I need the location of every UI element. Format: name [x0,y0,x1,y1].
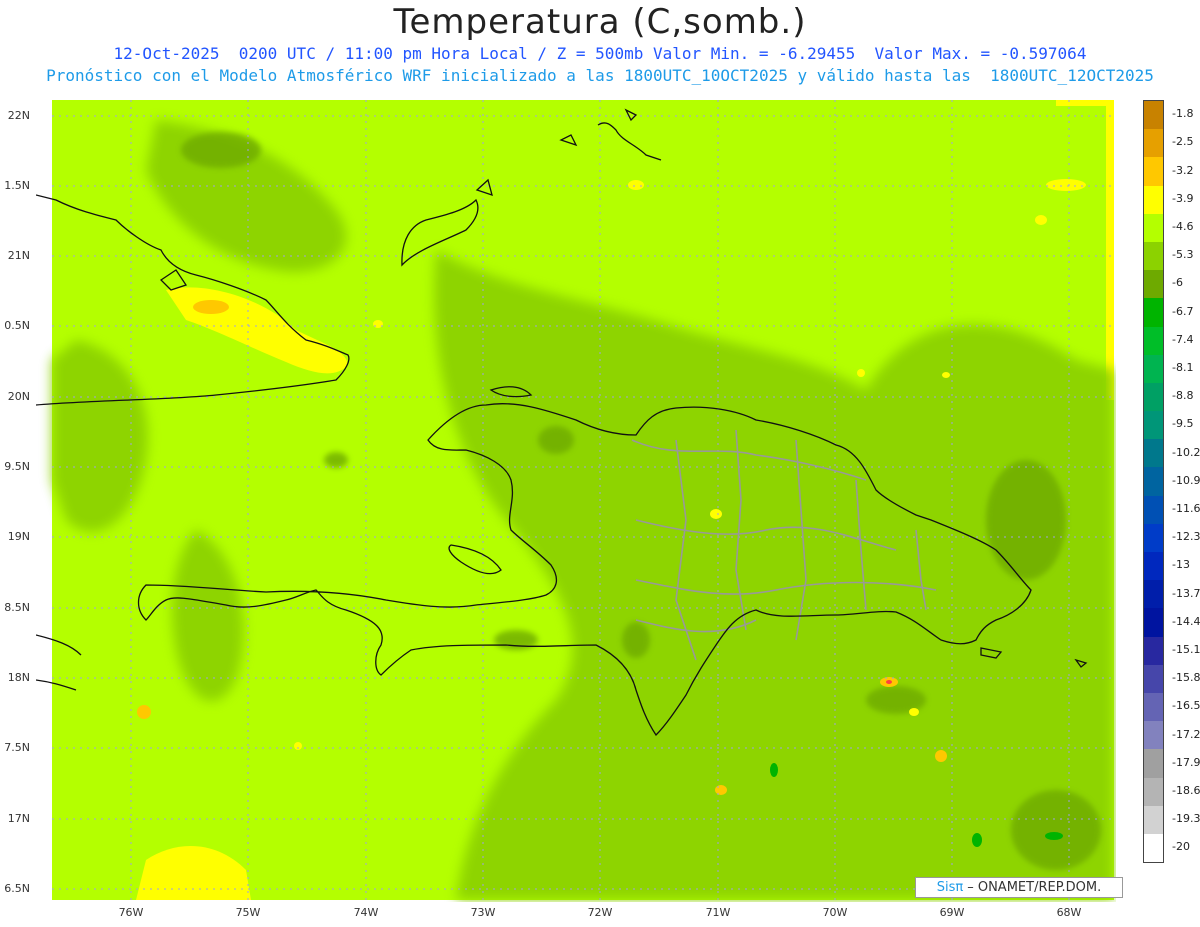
colorbar-label: -9.5 [1172,417,1194,431]
colorbar-label: -8.8 [1172,389,1194,403]
lat-label: 1.5N [4,179,30,192]
subtitle-line-1: 12-Oct-2025 0200 UTC / 11:00 pm Hora Loc… [113,44,1087,63]
colorbar-swatch [1144,495,1163,524]
lat-label: 0.5N [4,319,30,332]
colorbar-swatch [1144,608,1163,637]
map-edge-yellow [1106,100,1114,400]
colorbar-swatch [1144,467,1163,496]
lon-label: 75W [235,906,261,919]
colorbar [1143,100,1164,864]
credit-org: – ONAMET/REP.DOM. [967,880,1102,895]
credit-box: Sisπ – ONAMET/REP.DOM. [915,877,1123,898]
colorbar-label: -20 [1172,840,1190,854]
lon-label: 69W [939,906,965,919]
colorbar-label: -6 [1172,276,1183,290]
map-plot [36,100,1114,900]
lon-label: 71W [705,906,731,919]
colorbar-swatch [1144,664,1163,693]
lat-label: 20N [7,390,30,403]
credit-sis: Sisπ [936,880,964,895]
colorbar-label: -16.5 [1172,699,1200,713]
colorbar-swatch [1144,213,1163,242]
map-edge-yellow-top [1056,100,1114,106]
colorbar-label: -3.2 [1172,163,1194,177]
colorbar-swatch [1144,636,1163,665]
colorbar-swatch [1144,298,1163,327]
lon-label: 70W [822,906,848,919]
colorbar-label: -4.6 [1172,220,1194,233]
lat-label: 6.5N [4,882,30,895]
colorbar-label: -17.9 [1172,755,1200,769]
colorbar-label: -1.8 [1172,107,1194,121]
colorbar-label: -19.3 [1172,812,1200,826]
lon-label: 76W [118,906,144,919]
chart-title: Temperatura (C,somb.) [393,2,807,42]
colorbar-swatch [1144,270,1163,299]
lat-label: 7.5N [4,741,30,754]
colorbar-swatch [1144,749,1163,778]
lon-label: 68W [1056,906,1082,919]
lat-label: 21N [7,249,30,262]
colorbar-swatch [1144,129,1163,158]
colorbar-label: -10.2 [1172,445,1200,459]
colorbar-swatch [1144,580,1163,609]
lat-label: 8.5N [4,601,30,614]
lat-label: 17N [7,812,30,825]
colorbar-label: -12.3 [1172,530,1200,544]
colorbar-swatch [1144,552,1163,581]
colorbar-label: -17.2 [1172,727,1200,741]
colorbar-label: -2.5 [1172,135,1194,149]
lat-label: 18N [7,671,30,684]
lon-label: 74W [353,906,379,919]
colorbar-label: -18.6 [1172,784,1200,797]
lat-label: 19N [7,530,30,543]
colorbar-label: -11.6 [1172,502,1200,515]
colorbar-label: -10.9 [1172,473,1200,487]
lat-label: 9.5N [4,460,30,473]
colorbar-label: -15.8 [1172,671,1200,685]
colorbar-label: -3.9 [1172,191,1194,205]
colorbar-swatch [1144,354,1163,383]
colorbar-swatch [1144,241,1163,271]
colorbar-label: -13.7 [1172,586,1200,600]
colorbar-swatch [1144,721,1163,750]
subtitle-line-2: Pronóstico con el Modelo Atmosférico WRF… [46,66,1154,85]
colorbar-label: -15.1 [1172,643,1200,656]
lat-label: 22N [7,109,30,122]
colorbar-label: -13 [1172,558,1190,572]
colorbar-swatch [1144,185,1163,214]
colorbar-swatch [1144,777,1163,806]
lon-label: 73W [470,906,496,919]
colorbar-label: -7.4 [1172,332,1194,346]
colorbar-label: -5.3 [1172,248,1194,262]
lon-label: 72W [587,906,613,919]
colorbar-label: -14.4 [1172,614,1200,628]
colorbar-swatch [1144,326,1163,355]
colorbar-swatch [1144,523,1163,552]
colorbar-swatch [1144,439,1163,468]
colorbar-swatch [1144,382,1163,412]
colorbar-swatch [1144,692,1163,722]
colorbar-swatch [1144,101,1163,130]
colorbar-swatch [1144,805,1163,834]
colorbar-label: -8.1 [1172,361,1194,374]
colorbar-swatch [1144,411,1163,440]
colorbar-swatch [1144,157,1163,186]
colorbar-swatch [1144,833,1163,863]
colorbar-label: -6.7 [1172,304,1194,318]
